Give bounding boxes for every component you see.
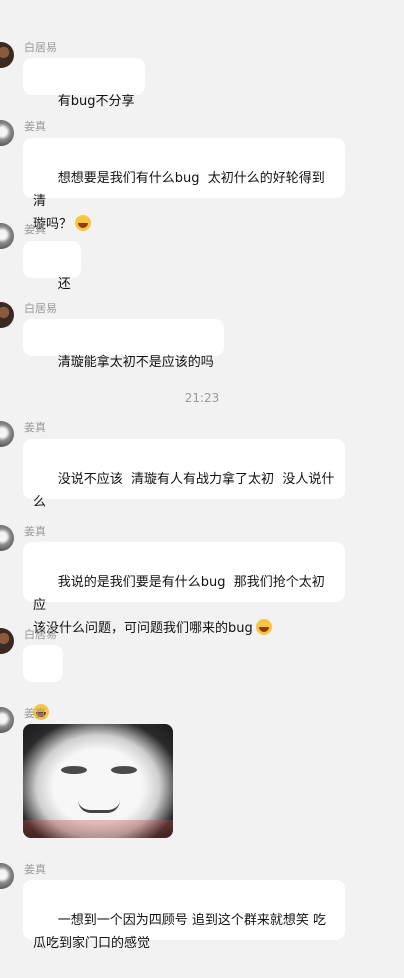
message-bubble[interactable]: 清璇能拿太初不是应该的吗 [23, 319, 224, 370]
meme-sticker-image[interactable] [23, 724, 173, 838]
sender-name: 白居易 [24, 41, 57, 54]
message-text: 清璇能拿太初不是应该的吗 [57, 355, 214, 370]
sticker-mouth [78, 800, 120, 813]
sticker-eye [61, 766, 87, 774]
sender-name: 白居易 [24, 628, 57, 641]
message-text: 有bug不分享 [57, 94, 135, 109]
sender-name: 姜真 [24, 120, 46, 133]
message-bubble[interactable]: 想想要是我们有什么bug 太初什么的好轮得到清 璇吗？ [23, 138, 345, 232]
sender-name: 姜真 [24, 863, 46, 876]
avatar[interactable] [0, 120, 14, 146]
message-bubble[interactable]: 还 [23, 241, 81, 292]
sender-name: 姜真 [24, 525, 46, 538]
sticker-shade [23, 820, 173, 838]
message-text: 还 [57, 277, 71, 292]
message-text: 我说的是我们要是有什么bug 那我们抢个太初应 该没什么问题，可问题我们哪来的b… [33, 575, 325, 636]
message-bubble[interactable] [23, 645, 63, 720]
sticker-eye [111, 766, 137, 774]
sender-name: 姜真 [24, 707, 46, 720]
avatar[interactable] [0, 421, 14, 447]
avatar[interactable] [0, 42, 14, 68]
message-bubble[interactable]: 有bug不分享 [23, 58, 145, 109]
message-bubble[interactable]: 我说的是我们要是有什么bug 那我们抢个太初应 该没什么问题，可问题我们哪来的b… [23, 542, 345, 636]
sender-name: 姜真 [24, 421, 46, 434]
sender-name: 白居易 [24, 302, 57, 315]
avatar[interactable] [0, 223, 14, 249]
laughing-face-icon [75, 215, 92, 231]
chat-timestamp: 21:23 [184, 391, 220, 405]
avatar[interactable] [0, 707, 14, 733]
avatar[interactable] [0, 525, 14, 551]
message-bubble[interactable]: 没说不应该 清璇有人有战力拿了太初 没人说什 么 [23, 439, 345, 510]
message-text: 没说不应该 清璇有人有战力拿了太初 没人说什 么 [33, 472, 335, 510]
laughing-face-icon [255, 619, 272, 635]
avatar[interactable] [0, 628, 14, 654]
sender-name: 姜真 [24, 223, 46, 236]
avatar[interactable] [0, 302, 14, 328]
avatar[interactable] [0, 863, 14, 889]
message-text: 一想到一个因为四顾号 追到这个群来就想笑 吃 瓜吃到家门口的感觉 [33, 913, 327, 951]
message-bubble[interactable]: 一想到一个因为四顾号 追到这个群来就想笑 吃 瓜吃到家门口的感觉 [23, 880, 345, 951]
